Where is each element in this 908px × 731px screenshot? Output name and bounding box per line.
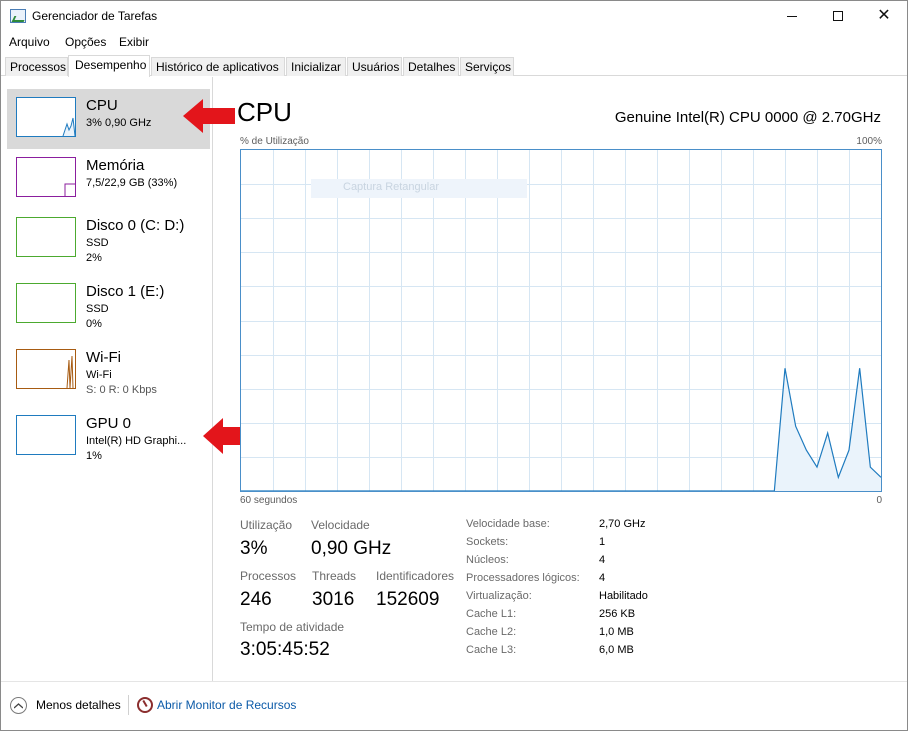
graph-x-label: 60 segundos (240, 495, 298, 506)
memory-mini-graph (64, 183, 75, 196)
detail-heading: CPU (237, 97, 292, 127)
footer-divider (128, 695, 129, 715)
sidebar-item-title: Wi-Fi (86, 349, 121, 366)
graph-y-label: % de Utilização (240, 136, 309, 147)
sidebar-item-cpu[interactable]: CPU 3% 0,90 GHz (7, 89, 210, 149)
sidebar-item-title: GPU 0 (86, 415, 132, 432)
spec-value-base-speed: 2,70 GHz (599, 518, 646, 530)
sidebar-item-detail: SSD (86, 237, 109, 249)
wifi-thumbnail (16, 349, 76, 389)
spec-value-sockets: 1 (599, 536, 606, 548)
wifi-mini-graph (66, 355, 74, 388)
spec-key-virtualization: Virtualização: (466, 590, 532, 602)
utilization-label: Utilização (240, 518, 293, 532)
handles-label: Identificadores (376, 569, 455, 583)
sidebar-item-memoria[interactable]: Memória 7,5/22,9 GB (33%) (7, 149, 210, 209)
tab-historico[interactable]: Histórico de aplicativos (151, 57, 285, 76)
spec-key-sockets: Sockets: (466, 536, 509, 548)
menu-opcoes[interactable]: Opções (65, 35, 106, 49)
uptime-value: 3:05:45:52 (240, 639, 330, 660)
sidebar-item-title: Memória (86, 157, 145, 174)
close-icon: ✕ (877, 7, 891, 24)
sidebar-item-title: Disco 0 (C: D:) (86, 217, 185, 234)
chevron-up-icon (14, 702, 23, 708)
spec-key-cores: Núcleos: (466, 554, 509, 566)
spec-value-logical-processors: 4 (599, 572, 606, 584)
close-button[interactable]: ✕ (861, 1, 907, 31)
spec-key-l3-cache: Cache L3: (466, 644, 517, 656)
open-resource-monitor-link[interactable]: Abrir Monitor de Recursos (157, 698, 296, 712)
maximize-icon (833, 11, 843, 21)
sidebar-item-detail: 1% (86, 450, 102, 462)
task-manager-icon (10, 9, 26, 23)
disk-thumbnail (16, 217, 76, 257)
rectangular-capture-overlay: Captura Retangular (311, 179, 527, 198)
sidebar-item-detail: S: 0 R: 0 Kbps (86, 384, 157, 396)
spec-key-l1-cache: Cache L1: (466, 608, 517, 620)
sidebar-item-disco1[interactable]: Disco 1 (E:) SSD 0% (7, 275, 210, 335)
title-bar: Gerenciador de Tarefas ✕ (1, 1, 907, 31)
sidebar-item-detail: SSD (86, 303, 109, 315)
minimize-button[interactable] (769, 1, 815, 31)
speed-value: 0,90 GHz (311, 538, 392, 559)
cpu-utilization-graph (240, 149, 882, 492)
sidebar-item-detail: 3% 0,90 GHz (86, 117, 152, 129)
sidebar-item-detail: 0% (86, 318, 102, 330)
gpu-thumbnail (16, 415, 76, 455)
tab-servicos[interactable]: Serviços (460, 57, 514, 76)
sidebar-item-detail: 7,5/22,9 GB (33%) (86, 177, 178, 189)
spec-value-virtualization: Habilitado (599, 590, 648, 602)
annotation-arrow-cpu (183, 99, 235, 133)
collapse-chevron-icon[interactable] (10, 697, 27, 714)
sidebar-item-title: Disco 1 (E:) (86, 283, 165, 300)
threads-value: 3016 (312, 589, 355, 610)
cpu-model-name: Genuine Intel(R) CPU 0000 @ 2.70GHz (614, 109, 881, 126)
sidebar-item-wifi[interactable]: Wi-Fi Wi-Fi S: 0 R: 0 Kbps (7, 341, 210, 401)
menu-arquivo[interactable]: Arquivo (9, 35, 50, 49)
graph-y-max: 100% (856, 136, 882, 147)
uptime-label: Tempo de atividade (240, 620, 345, 634)
utilization-value: 3% (240, 538, 268, 559)
maximize-button[interactable] (815, 1, 861, 31)
handles-value: 152609 (376, 589, 440, 610)
processes-label: Processos (240, 569, 297, 583)
spec-value-l3-cache: 6,0 MB (599, 644, 634, 656)
sidebar-item-detail: 2% (86, 252, 102, 264)
sidebar-item-gpu[interactable]: GPU 0 Intel(R) HD Graphi... 1% (7, 407, 210, 467)
sidebar-item-title: CPU (86, 97, 118, 114)
menu-exibir[interactable]: Exibir (119, 35, 149, 49)
spec-value-l1-cache: 256 KB (599, 608, 636, 620)
spec-key-logical-processors: Processadores lógicos: (466, 572, 580, 584)
graph-x-min: 0 (876, 495, 882, 506)
tab-processos[interactable]: Processos (5, 57, 68, 76)
task-manager-window: Gerenciador de Tarefas ✕ Arquivo Opções … (0, 0, 908, 731)
cpu-utilization-chart (241, 150, 881, 491)
tab-bar: Processos Desempenho Histórico de aplica… (1, 55, 907, 77)
cpu-mini-graph (62, 117, 75, 136)
spec-value-cores: 4 (599, 554, 606, 566)
speed-label: Velocidade (311, 518, 370, 532)
resource-monitor-icon[interactable] (137, 697, 153, 713)
sidebar-item-detail: Intel(R) HD Graphi... (86, 435, 187, 447)
tab-usuarios[interactable]: Usuários (347, 57, 402, 76)
disk-thumbnail (16, 283, 76, 323)
spec-key-base-speed: Velocidade base: (466, 518, 550, 530)
tab-desempenho[interactable]: Desempenho (68, 55, 150, 77)
less-details-button[interactable]: Menos detalhes (36, 698, 121, 712)
processes-value: 246 (240, 589, 272, 610)
spec-value-l2-cache: 1,0 MB (599, 626, 634, 638)
tab-inicializar[interactable]: Inicializar (286, 57, 346, 76)
cpu-thumbnail (16, 97, 76, 137)
threads-label: Threads (312, 569, 357, 583)
minimize-icon (787, 15, 797, 17)
window-title: Gerenciador de Tarefas (32, 9, 158, 23)
spec-key-l2-cache: Cache L2: (466, 626, 517, 638)
sidebar-item-detail: Wi-Fi (86, 369, 112, 381)
footer-separator (1, 681, 907, 682)
sidebar-item-disco0[interactable]: Disco 0 (C: D:) SSD 2% (7, 209, 210, 269)
tab-detalhes[interactable]: Detalhes (403, 57, 459, 76)
memory-thumbnail (16, 157, 76, 197)
